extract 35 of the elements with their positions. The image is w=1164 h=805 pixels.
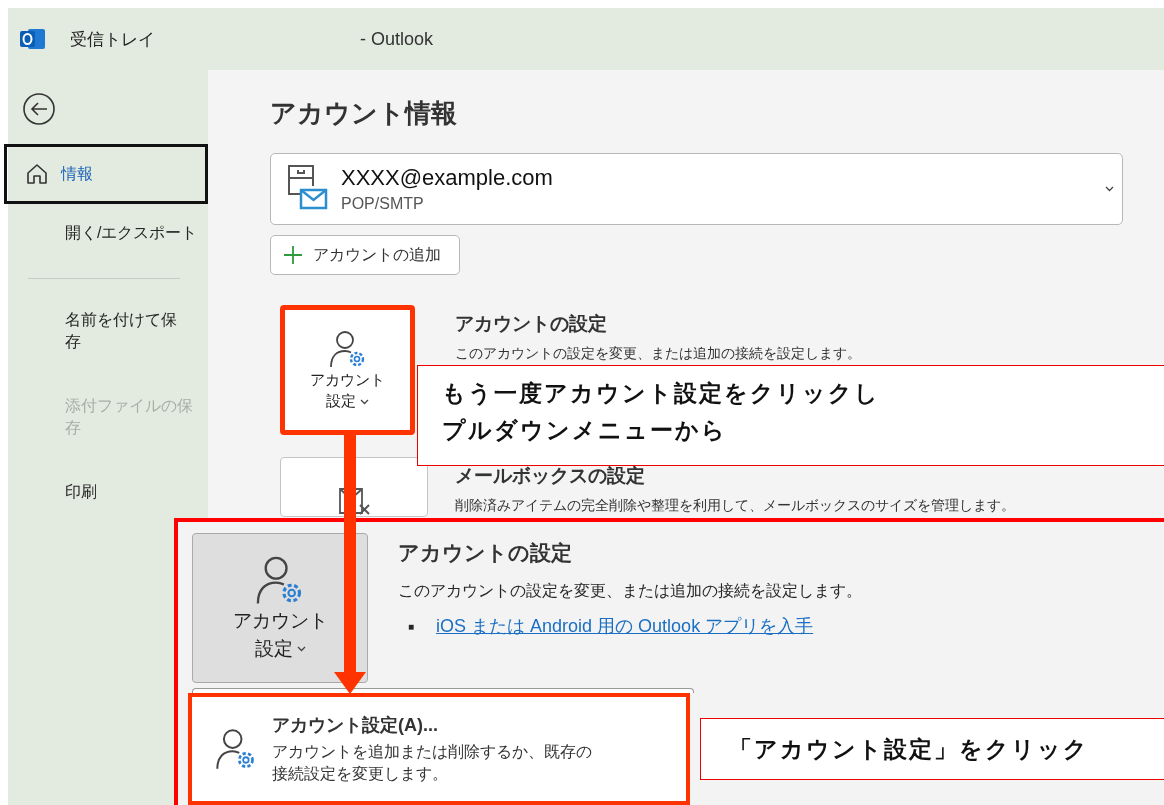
- section-heading: メールボックスの設定: [455, 464, 646, 488]
- outlook-logo-icon: [20, 27, 46, 51]
- home-icon: [25, 163, 49, 185]
- menu-item-description: アカウントを追加または削除するか、既存の 接続設定を変更します。: [272, 742, 592, 784]
- sidebar-item[interactable]: 名前を付けて保 存: [8, 295, 208, 367]
- account-settings-button[interactable]: アカウント 設定: [280, 305, 415, 435]
- back-icon[interactable]: [22, 92, 56, 126]
- section-heading: アカウントの設定: [398, 540, 573, 566]
- section-description: このアカウントの設定を変更、または追加の接続を設定します。: [398, 581, 862, 601]
- account-email: XXXX@example.com: [341, 165, 554, 191]
- bullet: ■: [408, 620, 415, 632]
- section-description: このアカウントの設定を変更、または追加の接続を設定します。: [455, 345, 861, 363]
- plus-icon: [283, 245, 303, 265]
- chevron-down-icon: [1105, 186, 1114, 192]
- section-heading: アカウントの設定: [455, 312, 608, 336]
- section-description: 削除済みアイテムの完全削除や整理を利用して、メールボックスのサイズを管理します。: [455, 497, 1015, 515]
- account-type: POP/SMTP: [341, 195, 425, 213]
- app-name: - Outlook: [360, 28, 434, 50]
- sidebar-item[interactable]: 開く/エクスポート: [8, 208, 208, 258]
- chevron-down-icon: [296, 646, 306, 652]
- sidebar-item[interactable]: 印刷: [8, 467, 208, 517]
- app-download-link[interactable]: iOS または Android 用の Outlook アプリを入手: [436, 614, 814, 638]
- window-title: 受信トレイ: [70, 28, 156, 51]
- sidebar-item[interactable]: 情報: [4, 144, 208, 204]
- account-settings-menu-item[interactable]: アカウント設定(A)... アカウントを追加または削除するか、既存の 接続設定を変更します。: [188, 693, 690, 805]
- add-account-button[interactable]: アカウントの追加: [270, 235, 460, 275]
- menu-item-title: アカウント設定(A)...: [272, 714, 439, 737]
- page-title: アカウント情報: [270, 97, 457, 130]
- callout-text: もう一度アカウント設定をクリックし: [442, 379, 881, 408]
- account-settings-button[interactable]: アカウント 設定: [192, 533, 368, 683]
- callout-text: プルダウンメニューから: [442, 416, 728, 445]
- mailbox-settings-button[interactable]: [280, 457, 428, 517]
- chevron-down-icon: [360, 398, 369, 405]
- account-dropdown[interactable]: XXXX@example.com POP/SMTP: [270, 153, 1123, 225]
- callout-text: 「アカウント設定」をクリック: [729, 734, 1090, 764]
